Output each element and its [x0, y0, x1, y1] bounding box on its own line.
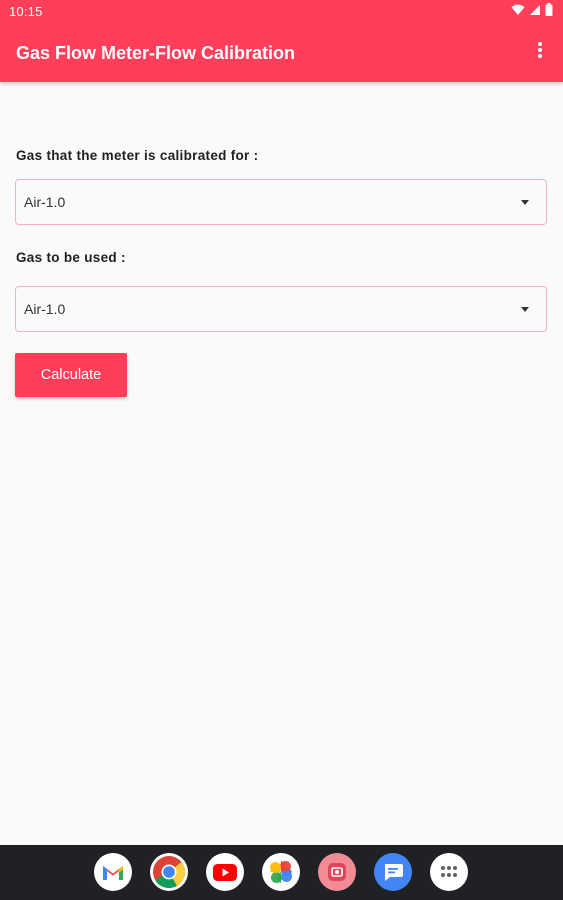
more-options-button[interactable]	[529, 40, 551, 64]
chrome-icon[interactable]	[150, 853, 188, 891]
dropdown-arrow-icon	[521, 307, 529, 312]
used-gas-dropdown[interactable]: Air-1.0	[15, 286, 547, 332]
used-gas-label: Gas to be used :	[16, 250, 126, 265]
calibrated-gas-value: Air-1.0	[24, 194, 66, 210]
cellular-signal-icon	[529, 3, 541, 21]
youtube-icon[interactable]	[206, 853, 244, 891]
calculate-button[interactable]: Calculate	[15, 353, 127, 397]
dropdown-arrow-icon	[521, 200, 529, 205]
used-gas-value: Air-1.0	[24, 301, 66, 317]
camera-app-icon[interactable]	[318, 853, 356, 891]
app-title: Gas Flow Meter-Flow Calibration	[16, 43, 296, 63]
app-bar: 10:15 Gas Flow Meter-Flow Calibration	[0, 0, 563, 82]
gmail-icon[interactable]	[94, 853, 132, 891]
status-bar: 10:15	[0, 0, 563, 24]
screen: 10:15 Gas Flow Meter-Flow Calibration Ga…	[0, 0, 563, 900]
calibrated-gas-label: Gas that the meter is calibrated for :	[16, 148, 259, 163]
more-vert-icon	[537, 41, 543, 64]
google-photos-icon[interactable]	[262, 853, 300, 891]
status-time: 10:15	[9, 4, 43, 19]
app-drawer-icon[interactable]	[430, 853, 468, 891]
taskbar	[0, 845, 563, 900]
messages-icon[interactable]	[374, 853, 412, 891]
battery-icon	[545, 3, 553, 21]
wifi-icon	[511, 3, 525, 21]
calibrated-gas-dropdown[interactable]: Air-1.0	[15, 179, 547, 225]
status-icons	[511, 3, 553, 21]
